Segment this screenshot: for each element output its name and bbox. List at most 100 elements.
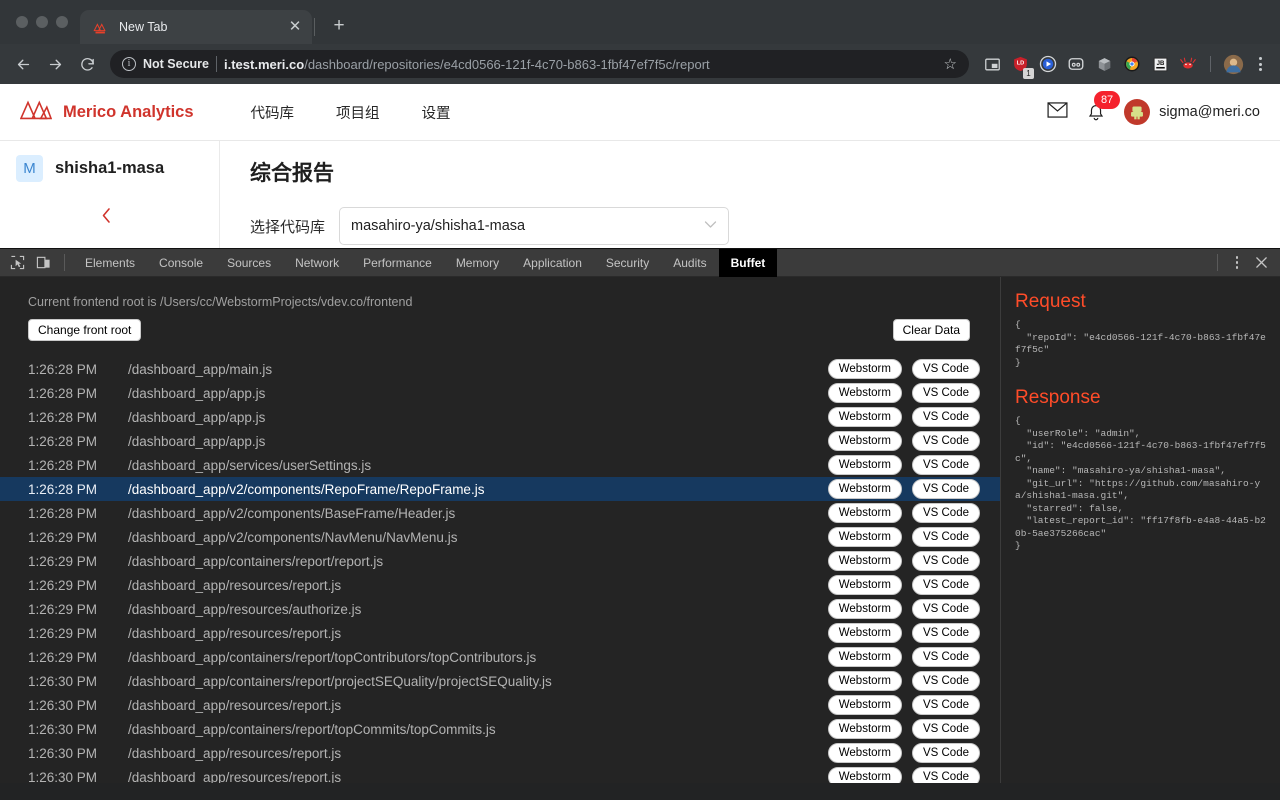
tab-sources[interactable]: Sources xyxy=(215,249,283,277)
open-in-webstorm-button[interactable]: Webstorm xyxy=(827,647,902,667)
back-button[interactable] xyxy=(8,49,38,79)
star-icon[interactable]: ☆ xyxy=(944,55,957,73)
table-row[interactable]: 1:26:30 PM/dashboard_app/resources/repor… xyxy=(0,765,1000,783)
table-row[interactable]: 1:26:28 PM/dashboard_app/v2/components/B… xyxy=(0,501,1000,525)
app-brand[interactable]: Merico Analytics xyxy=(19,99,194,126)
browser-menu-button[interactable] xyxy=(1248,51,1272,77)
open-in-webstorm-button[interactable]: Webstorm xyxy=(827,383,902,403)
table-row[interactable]: 1:26:30 PM/dashboard_app/resources/repor… xyxy=(0,693,1000,717)
address-bar[interactable]: i Not Secure i.test.meri.co/dashboard/re… xyxy=(110,50,969,78)
chevron-left-icon[interactable] xyxy=(100,207,113,229)
user-menu[interactable]: sigma@meri.co xyxy=(1124,99,1260,125)
crab-icon[interactable] xyxy=(1175,51,1201,77)
tab-performance[interactable]: Performance xyxy=(351,249,444,277)
tab-console[interactable]: Console xyxy=(147,249,215,277)
open-in-vscode-button[interactable]: VS Code xyxy=(911,695,980,715)
jetbrains-icon[interactable]: JB xyxy=(1147,51,1173,77)
table-row[interactable]: 1:26:28 PM/dashboard_app/app.js Webstorm V… xyxy=(0,381,1000,405)
forward-button[interactable] xyxy=(40,49,70,79)
box-3d-icon[interactable] xyxy=(1091,51,1117,77)
open-in-vscode-button[interactable]: VS Code xyxy=(911,383,980,403)
nav-repositories[interactable]: 代码库 xyxy=(230,102,316,123)
tab-security[interactable]: Security xyxy=(594,249,661,277)
open-in-webstorm-button[interactable]: Webstorm xyxy=(827,695,902,715)
open-in-vscode-button[interactable]: VS Code xyxy=(911,503,980,523)
open-in-vscode-button[interactable]: VS Code xyxy=(911,407,980,427)
table-row[interactable]: 1:26:30 PM/dashboard_app/containers/repo… xyxy=(0,669,1000,693)
open-in-webstorm-button[interactable]: Webstorm xyxy=(827,599,902,619)
close-icon[interactable]: ✕ xyxy=(286,18,304,36)
open-in-webstorm-button[interactable]: Webstorm xyxy=(827,503,902,523)
repo-select[interactable]: masahiro-ya/shisha1-masa xyxy=(339,207,730,245)
open-in-webstorm-button[interactable]: Webstorm xyxy=(827,431,902,451)
open-in-webstorm-button[interactable]: Webstorm xyxy=(827,527,902,547)
nav-project-groups[interactable]: 项目组 xyxy=(315,102,401,123)
tab-network[interactable]: Network xyxy=(283,249,351,277)
open-in-vscode-button[interactable]: VS Code xyxy=(911,551,980,571)
open-in-vscode-button[interactable]: VS Code xyxy=(911,527,980,547)
open-in-webstorm-button[interactable]: Webstorm xyxy=(827,359,902,379)
table-row[interactable]: 1:26:28 PM/dashboard_app/main.js Webstorm… xyxy=(0,357,1000,381)
clear-data-button[interactable]: Clear Data xyxy=(892,319,970,341)
close-window-button[interactable] xyxy=(16,16,28,28)
open-in-vscode-button[interactable]: VS Code xyxy=(911,455,980,475)
open-in-webstorm-button[interactable]: Webstorm xyxy=(827,743,902,763)
open-in-vscode-button[interactable]: VS Code xyxy=(911,599,980,619)
table-row[interactable]: 1:26:29 PM/dashboard_app/resources/repor… xyxy=(0,621,1000,645)
new-tab-button[interactable]: + xyxy=(325,12,353,40)
table-row[interactable]: 1:26:29 PM/dashboard_app/resources/repor… xyxy=(0,573,1000,597)
media-player-icon[interactable] xyxy=(1035,51,1061,77)
table-row[interactable]: 1:26:29 PM/dashboard_app/containers/repo… xyxy=(0,549,1000,573)
tab-audits[interactable]: Audits xyxy=(661,249,718,277)
inspect-element-icon[interactable] xyxy=(4,250,30,276)
devtools-close-button[interactable] xyxy=(1248,250,1274,276)
open-in-webstorm-button[interactable]: Webstorm xyxy=(827,551,902,571)
open-in-vscode-button[interactable]: VS Code xyxy=(911,767,980,783)
reload-button[interactable] xyxy=(72,49,102,79)
open-in-vscode-button[interactable]: VS Code xyxy=(911,479,980,499)
device-toolbar-icon[interactable] xyxy=(30,250,56,276)
open-in-webstorm-button[interactable]: Webstorm xyxy=(827,671,902,691)
tab-elements[interactable]: Elements xyxy=(73,249,147,277)
picture-in-picture-icon[interactable] xyxy=(979,51,1005,77)
open-in-webstorm-button[interactable]: Webstorm xyxy=(827,767,902,783)
table-row[interactable]: 1:26:28 PM/dashboard_app/services/userSe… xyxy=(0,453,1000,477)
lastpass-icon[interactable]: LD 1 xyxy=(1007,51,1034,79)
nav-settings[interactable]: 设置 xyxy=(401,102,472,123)
open-in-webstorm-button[interactable]: Webstorm xyxy=(827,407,902,427)
change-front-root-button[interactable]: Change front root xyxy=(28,319,142,341)
mail-icon[interactable] xyxy=(1047,101,1068,123)
open-in-webstorm-button[interactable]: Webstorm xyxy=(827,575,902,595)
open-in-vscode-button[interactable]: VS Code xyxy=(911,575,980,595)
open-in-webstorm-button[interactable]: Webstorm xyxy=(827,479,902,499)
open-in-vscode-button[interactable]: VS Code xyxy=(911,647,980,667)
open-in-webstorm-button[interactable]: Webstorm xyxy=(827,719,902,739)
table-row[interactable]: 1:26:28 PM/dashboard_app/app.js Webstorm V… xyxy=(0,405,1000,429)
open-in-vscode-button[interactable]: VS Code xyxy=(911,719,980,739)
chrome-devtools-icon[interactable] xyxy=(1119,51,1145,77)
info-circle-icon[interactable]: i xyxy=(122,57,136,71)
open-in-webstorm-button[interactable]: Webstorm xyxy=(827,623,902,643)
browser-tab[interactable]: New Tab ✕ xyxy=(80,10,312,44)
tab-application[interactable]: Application xyxy=(511,249,594,277)
table-row[interactable]: 1:26:29 PM/dashboard_app/containers/repo… xyxy=(0,645,1000,669)
open-in-vscode-button[interactable]: VS Code xyxy=(911,359,980,379)
panda-extension-icon[interactable] xyxy=(1063,51,1089,77)
devtools-more-button[interactable] xyxy=(1226,250,1248,276)
open-in-vscode-button[interactable]: VS Code xyxy=(911,671,980,691)
open-in-vscode-button[interactable]: VS Code xyxy=(911,431,980,451)
table-row[interactable]: 1:26:29 PM/dashboard_app/v2/components/N… xyxy=(0,525,1000,549)
tab-memory[interactable]: Memory xyxy=(444,249,511,277)
table-row[interactable]: 1:26:28 PM/dashboard_app/app.js Webstorm V… xyxy=(0,429,1000,453)
table-row[interactable]: 1:26:30 PM/dashboard_app/containers/repo… xyxy=(0,717,1000,741)
open-in-vscode-button[interactable]: VS Code xyxy=(911,743,980,763)
open-in-webstorm-button[interactable]: Webstorm xyxy=(827,455,902,475)
minimize-window-button[interactable] xyxy=(36,16,48,28)
table-row[interactable]: 1:26:30 PM/dashboard_app/resources/repor… xyxy=(0,741,1000,765)
table-row[interactable]: 1:26:28 PM/dashboard_app/v2/components/R… xyxy=(0,477,1000,501)
open-in-vscode-button[interactable]: VS Code xyxy=(911,623,980,643)
table-row[interactable]: 1:26:29 PM/dashboard_app/resources/autho… xyxy=(0,597,1000,621)
bell-icon[interactable]: 87 xyxy=(1086,91,1121,122)
maximize-window-button[interactable] xyxy=(56,16,68,28)
sidebar-repo-header[interactable]: M shisha1-masa xyxy=(16,155,219,182)
